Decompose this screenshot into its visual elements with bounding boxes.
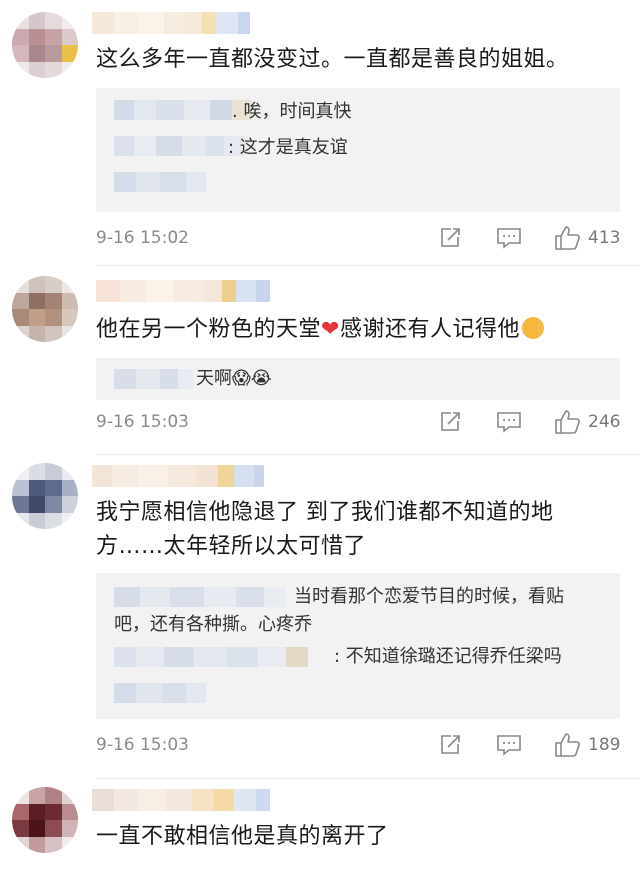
red-heart-emoji: ❤ [321,317,340,342]
like-button[interactable]: 189 [554,731,620,759]
comment-item: 这么多年一直都没变过。一直都是善良的姐姐。 . 唉，时间真快 : 这才是真友谊 … [0,0,640,265]
username-blurred[interactable] [96,280,270,302]
username-blurred[interactable] [92,465,264,487]
comment-icon[interactable] [496,224,522,252]
like-button[interactable]: 246 [554,408,620,436]
avatar[interactable] [12,12,78,78]
reply-text: . 唉，时间真快 [232,101,352,122]
timestamp: 9-16 15:03 [96,735,189,755]
comment-item: 我宁愿相信他隐退了 到了我们谁都不知道的地 方……太年轻所以太可惜了 当时看那个… [0,455,640,780]
comment-item: 一直不敢相信他是真的离开了 [0,779,640,869]
reply-more-blurred[interactable] [114,683,206,703]
reply-text: : 不知道徐璐还记得乔任梁吗 [334,646,562,667]
comment-icon[interactable] [496,408,522,436]
reply-box[interactable]: 当时看那个恋爱节目的时候，看贴 吧，还有各种撕。心疼乔 : 不知道徐璐还记得乔任… [96,573,620,719]
reply-box[interactable]: . 唉，时间真快 : 这才是真友谊 [96,88,620,212]
avatar[interactable] [12,463,78,529]
reply-username-blurred [114,647,308,667]
comment-meta: 9-16 15:02 413 [96,224,626,254]
reply-text: 吧，还有各种撕。心疼乔 [114,614,312,635]
username-blurred[interactable] [92,789,270,811]
timestamp: 9-16 15:02 [96,228,189,248]
reply-box[interactable]: 天啊😱😭 [96,358,620,400]
reply-text: : 这才是真友谊 [228,137,348,158]
comment-text-line-2: 方……太年轻所以太可惜了 [96,534,367,559]
comment-text-line-1: 我宁愿相信他隐退了 到了我们谁都不知道的地 [96,500,554,525]
thumbs-up-icon [555,226,580,250]
comment-icon[interactable] [496,731,522,759]
comment-text: 一直不敢相信他是真的离开了 [96,824,389,849]
like-count: 246 [588,412,621,432]
reply-text: 当时看那个恋爱节目的时候，看贴 [294,586,564,607]
comment-text: 他在另一个粉色的天堂❤感谢还有人记得他 [96,312,616,348]
like-count: 189 [588,735,621,755]
comment-text: 这么多年一直都没变过。一直都是善良的姐姐。 [96,47,569,72]
share-icon[interactable] [438,731,462,759]
avatar[interactable] [12,787,78,853]
share-icon[interactable] [438,408,462,436]
reply-more-blurred[interactable] [114,172,206,192]
timestamp: 9-16 15:03 [96,412,189,432]
thumbs-up-icon [555,410,580,434]
reply-text: 天啊😱😭 [196,368,272,389]
like-button[interactable]: 413 [554,224,620,252]
comment-meta: 9-16 15:03 246 [96,408,626,438]
username-blurred[interactable] [92,12,250,34]
surprised-face-emoji [521,317,544,339]
reply-username-blurred [114,587,286,607]
reply-username-blurred [114,369,194,389]
share-icon[interactable] [438,224,462,252]
thumbs-up-icon [555,733,580,757]
comment-item: 他在另一个粉色的天堂❤感谢还有人记得他 天啊😱😭 9-16 15:03 246 [0,266,640,454]
avatar[interactable] [12,276,78,342]
reply-username-blurred [114,136,244,156]
comment-meta: 9-16 15:03 189 [96,731,626,761]
like-count: 413 [588,228,621,248]
